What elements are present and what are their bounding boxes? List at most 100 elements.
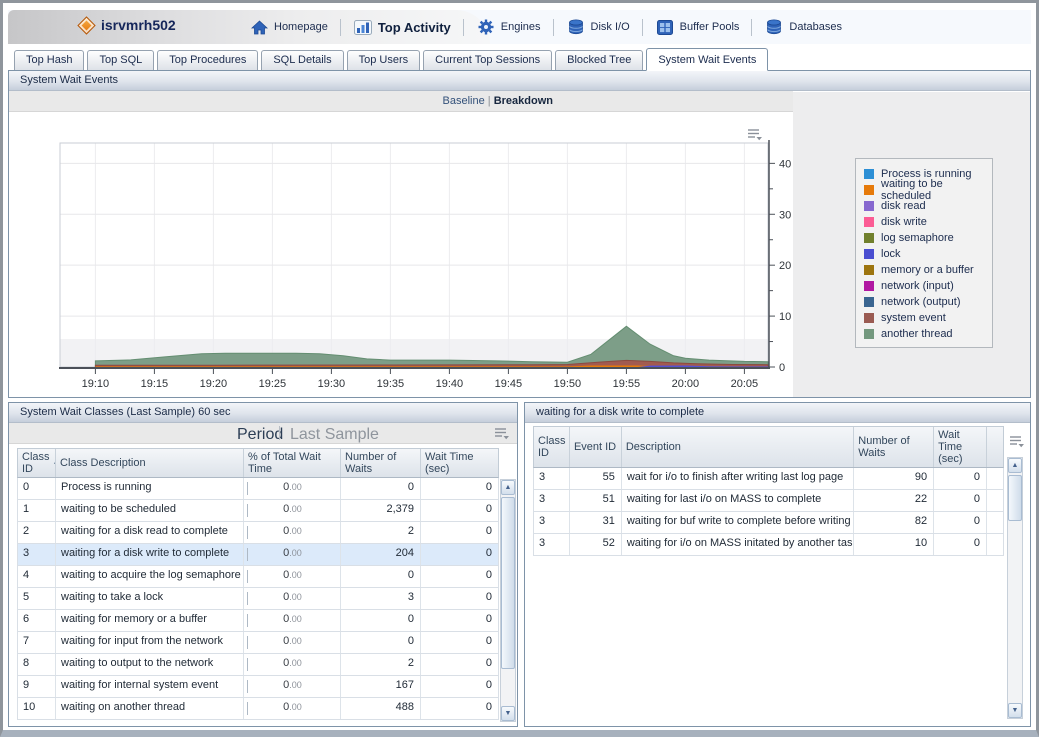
legend-item-disk-write[interactable]: disk write (864, 214, 986, 230)
scroll-thumb[interactable] (501, 497, 515, 669)
column-header-description[interactable]: Description (622, 427, 854, 467)
table-row[interactable]: 8waiting to output to the network0.0020 (17, 654, 499, 676)
cell-wait-time-sec: 0 (934, 534, 987, 555)
tab-top-procedures[interactable]: Top Procedures (157, 50, 258, 70)
legend-item-network-output[interactable]: network (output) (864, 294, 986, 310)
chart-menu-icon[interactable] (747, 128, 763, 141)
legend-item-log-semaphore[interactable]: log semaphore (864, 230, 986, 246)
column-header-label: Number of Waits (858, 435, 929, 459)
legend-item-waiting-to-be-scheduled[interactable]: waiting to be scheduled (864, 182, 986, 198)
tab-blocked-tree[interactable]: Blocked Tree (555, 50, 643, 70)
legend-item-memory-or-a-buffer[interactable]: memory or a buffer (864, 262, 986, 278)
chart-legend: Process is runningwaiting to be schedule… (855, 158, 993, 348)
table-row[interactable]: 1waiting to be scheduled0.002,3790 (17, 500, 499, 522)
scroll-down-button[interactable]: ▼ (1008, 703, 1022, 718)
wait-classes-scrollbar[interactable]: ▲▼ (500, 479, 516, 722)
tab-current-top-sessions[interactable]: Current Top Sessions (423, 50, 552, 70)
wait-classes-menu-icon[interactable] (494, 427, 510, 440)
cell-wait-time-sec: 0 (421, 654, 498, 675)
cell-number-of-waits: 0 (341, 566, 421, 587)
table-row[interactable]: 9waiting for internal system event0.0016… (17, 676, 499, 698)
legend-item-lock[interactable]: lock (864, 246, 986, 262)
nav-item-homepage[interactable]: Homepage (240, 15, 337, 39)
table-row[interactable]: 5waiting to take a lock0.0030 (17, 588, 499, 610)
column-header-wait-time-sec[interactable]: Wait Time (sec) (421, 449, 498, 477)
tab-sql-details[interactable]: SQL Details (261, 50, 343, 70)
wait-events-chart: 19:1019:1519:2019:2519:3019:3519:4019:45… (9, 113, 793, 399)
table-row[interactable]: 6waiting for memory or a buffer0.0000 (17, 610, 499, 632)
nav-item-label: Homepage (274, 21, 328, 33)
baseline-link[interactable]: Baseline (443, 95, 485, 107)
legend-label: network (output) (881, 296, 960, 308)
nav-item-top-activity[interactable]: Top Activity (344, 15, 460, 39)
gear-icon (476, 18, 496, 36)
cell-class-id: 3 (534, 468, 570, 489)
pct-value: 0.00 (283, 591, 302, 603)
chart-toolbar: Baseline | Breakdown (9, 91, 793, 112)
column-header-class-id[interactable]: Class ID▲ (534, 427, 570, 467)
nav-item-disk-i-o[interactable]: Disk I/O (557, 15, 639, 39)
period-value[interactable]: Last Sample (290, 426, 379, 444)
cell-class-id: 3 (534, 490, 570, 511)
legend-item-another-thread[interactable]: another thread (864, 326, 986, 342)
wait-events-scrollbar[interactable]: ▲▼ (1007, 457, 1023, 719)
cell-of-total-wait-time: 0.00 (244, 610, 341, 631)
table-row[interactable]: 331waiting for buf write to complete bef… (533, 512, 1004, 534)
row-end-cell (987, 490, 1003, 511)
wait-events-menu-icon[interactable] (1009, 435, 1025, 448)
legend-swatch (864, 217, 874, 227)
cell-number-of-waits: 82 (854, 512, 934, 533)
column-header-number-of-waits[interactable]: Number of Waits (341, 449, 421, 477)
scroll-down-button[interactable]: ▼ (501, 706, 515, 721)
scroll-thumb[interactable] (1008, 475, 1022, 521)
cell-class-description: waiting for a disk write to complete (56, 544, 244, 565)
panel-title-wait-events-detail: waiting for a disk write to complete (525, 403, 1030, 423)
nav-divider (751, 19, 752, 36)
scroll-up-button[interactable]: ▲ (501, 480, 515, 495)
breakdown-link[interactable]: Breakdown (494, 95, 553, 107)
column-header-class-id[interactable]: Class ID▲ (18, 449, 56, 477)
pct-value: 0.00 (283, 525, 302, 537)
column-header-label: Class Description (60, 457, 146, 469)
column-header-class-description[interactable]: Class Description (56, 449, 244, 477)
legend-swatch (864, 169, 874, 179)
cell-of-total-wait-time: 0.00 (244, 500, 341, 521)
nav-item-buffer-pools[interactable]: Buffer Pools (646, 15, 749, 39)
table-row[interactable]: 7waiting for input from the network0.000… (17, 632, 499, 654)
table-row[interactable]: 2waiting for a disk read to complete0.00… (17, 522, 499, 544)
tab-system-wait-events[interactable]: System Wait Events (646, 48, 768, 71)
table-row[interactable]: 352waiting for i/o on MASS initated by a… (533, 534, 1004, 556)
legend-item-system-event[interactable]: system event (864, 310, 986, 326)
cell-number-of-waits: 0 (341, 632, 421, 653)
nav-item-label: Databases (789, 21, 842, 33)
buffer-icon (655, 18, 675, 36)
cell-of-total-wait-time: 0.00 (244, 544, 341, 565)
nav-item-databases[interactable]: Databases (755, 15, 851, 39)
nav-item-label: Engines (501, 21, 541, 33)
cell-number-of-waits: 2 (341, 522, 421, 543)
pct-gauge (247, 548, 248, 561)
table-row[interactable]: 4waiting to acquire the log semaphore0.0… (17, 566, 499, 588)
legend-item-network-input[interactable]: network (input) (864, 278, 986, 294)
legend-label: disk write (881, 216, 927, 228)
pct-gauge (247, 504, 248, 517)
tab-top-users[interactable]: Top Users (347, 50, 421, 70)
tab-top-hash[interactable]: Top Hash (14, 50, 84, 70)
column-header-wait-time-sec[interactable]: Wait Time (sec) (934, 427, 987, 467)
nav-item-engines[interactable]: Engines (467, 15, 550, 39)
pct-gauge (247, 592, 248, 605)
svg-text:10: 10 (779, 311, 791, 323)
table-row[interactable]: 355wait for i/o to finish after writing … (533, 468, 1004, 490)
table-row[interactable]: 3waiting for a disk write to complete0.0… (17, 544, 499, 566)
tab-top-sql[interactable]: Top SQL (87, 50, 154, 70)
scroll-up-button[interactable]: ▲ (1008, 458, 1022, 473)
table-row[interactable]: 0Process is running0.0000 (17, 478, 499, 500)
column-header-number-of-waits[interactable]: Number of Waits (854, 427, 934, 467)
topbar: isrvmrh502 HomepageTop ActivityEnginesDi… (8, 10, 1031, 44)
column-header-event-id[interactable]: Event ID (570, 427, 622, 467)
nav-item-label: Disk I/O (591, 21, 630, 33)
table-row[interactable]: 10waiting on another thread0.004880 (17, 698, 499, 720)
cell-of-total-wait-time: 0.00 (244, 522, 341, 543)
table-row[interactable]: 351waiting for last i/o on MASS to compl… (533, 490, 1004, 512)
column-header-of-total-wait-time[interactable]: % of Total Wait Time (244, 449, 341, 477)
